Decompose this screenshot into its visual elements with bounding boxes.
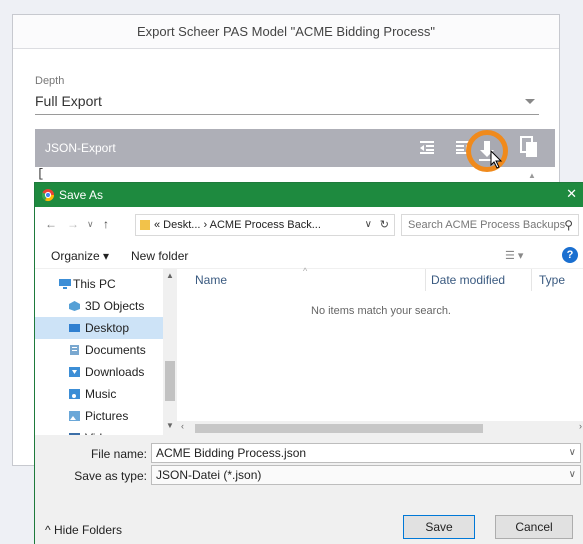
column-separator [531,269,532,291]
chevron-down-icon[interactable]: ∨ [569,466,576,484]
export-dialog-title: Export Scheer PAS Model "ACME Bidding Pr… [13,15,559,49]
sidebar-item-label: 3D Objects [85,299,145,313]
sidebar-item-label: Videos [85,427,121,435]
sidebar-item-3d-objects[interactable]: 3D Objects [35,295,163,317]
json-export-label: JSON-Export [45,141,116,155]
chrome-icon [41,189,54,202]
outdent-icon[interactable] [419,139,435,155]
forward-arrow-icon[interactable]: → [67,217,79,231]
sort-caret-icon: ^ [303,266,308,276]
save-as-type-select[interactable]: JSON-Datei (*.json) ∨ [151,465,581,485]
file-name-label: File name: [90,447,147,461]
scrollbar-thumb[interactable] [165,361,175,401]
save-as-dialog: Save As ✕ ← → ∨ ↑ « Deskt... › ACME Proc… [34,182,583,544]
hide-folders-button[interactable]: ^ Hide Folders [45,523,122,537]
address-path: « Deskt... › ACME Process Back... [154,219,321,231]
depth-select[interactable]: Full Export [35,93,539,115]
sidebar-item-label: Documents [85,343,146,357]
navigation-pane: This PC 3D Objects Desktop Documents Dow… [35,269,177,435]
music-icon [69,389,80,399]
save-as-title: Save As [59,188,104,202]
column-header-date-modified[interactable]: Date modified [431,273,505,287]
save-button[interactable]: Save [403,515,475,539]
navigation-bar: ← → ∨ ↑ « Deskt... › ACME Process Back..… [35,207,583,241]
sidebar-item-videos[interactable]: Videos [35,427,163,435]
depth-select-value: Full Export [35,93,102,109]
cancel-button[interactable]: Cancel [495,515,573,539]
chevron-down-icon[interactable]: ∨ [365,215,372,235]
search-icon: ⚲ [564,218,573,232]
chevron-down-icon [525,99,535,104]
desktop-icon [69,324,80,332]
help-icon[interactable]: ? [562,247,578,263]
column-header-name[interactable]: Name [195,273,227,287]
scroll-up-icon[interactable]: ▲ [528,171,536,180]
back-arrow-icon[interactable]: ← [45,217,57,231]
file-name-field[interactable]: ACME Bidding Process.json ∨ [151,443,581,463]
json-preview: [ [37,167,45,181]
sidebar-item-desktop[interactable]: Desktop [35,317,163,339]
recent-locations-icon[interactable]: ∨ [87,219,94,230]
download-icon [69,367,80,377]
save-options-area: File name: ACME Bidding Process.json ∨ S… [35,435,583,544]
depth-label: Depth [35,75,65,87]
search-input[interactable]: Search ACME Process Backups ⚲ [401,214,579,236]
document-icon [70,345,79,355]
copy-icon[interactable] [519,135,539,159]
sidebar-item-downloads[interactable]: Downloads [35,361,163,383]
horizontal-scrollbar[interactable]: ‹ › [177,421,583,435]
hide-folders-label: Hide Folders [53,523,123,537]
sidebar-item-label: Pictures [85,409,129,423]
folder-icon [140,220,150,230]
sidebar-item-label: Desktop [85,321,130,335]
close-icon[interactable]: ✕ [566,186,577,202]
sidebar-item-label: This PC [73,277,116,291]
scroll-left-icon[interactable]: ‹ [181,421,184,431]
refresh-icon[interactable]: ↻ [380,215,389,235]
empty-list-message: No items match your search. [311,305,451,317]
sidebar-item-music[interactable]: Music [35,383,163,405]
sidebar-item-label: Music [85,387,117,401]
sidebar-item-documents[interactable]: Documents [35,339,163,361]
sidebar-item-pictures[interactable]: Pictures [35,405,163,427]
save-as-type-value: JSON-Datei (*.json) [156,468,262,482]
search-placeholder: Search ACME Process Backups [408,219,566,231]
up-arrow-icon[interactable]: ↑ [103,217,109,231]
file-list-pane: ^ Name Date modified Type No items match… [177,266,583,435]
organize-button[interactable]: Organize ▾ [51,249,109,263]
file-name-value: ACME Bidding Process.json [156,446,307,460]
chevron-up-icon: ^ [45,523,51,537]
address-bar[interactable]: « Deskt... › ACME Process Back... ∨ ↻ [135,214,395,236]
save-as-type-label: Save as type: [74,469,147,483]
scroll-up-icon[interactable]: ▲ [166,271,174,280]
scroll-right-icon[interactable]: › [579,421,582,431]
cube-icon [69,301,80,311]
nav-pane-scrollbar[interactable]: ▲ ▼ [163,269,177,435]
sidebar-item-label: Downloads [85,365,145,379]
save-as-titlebar: Save As ✕ [35,183,583,207]
column-header-type[interactable]: Type [539,273,565,287]
chevron-down-icon[interactable]: ∨ [569,444,576,462]
mouse-cursor-icon [490,150,503,169]
view-options-icon[interactable]: ☰ ▾ [505,249,523,262]
pictures-icon [69,411,80,421]
computer-icon [59,279,71,289]
sidebar-item-this-pc[interactable]: This PC [35,273,163,295]
new-folder-button[interactable]: New folder [131,249,188,263]
scrollbar-thumb[interactable] [195,424,483,433]
command-bar: Organize ▾ New folder ☰ ▾ ? [35,241,583,269]
column-separator [425,269,426,291]
scroll-down-icon[interactable]: ▼ [166,421,174,430]
